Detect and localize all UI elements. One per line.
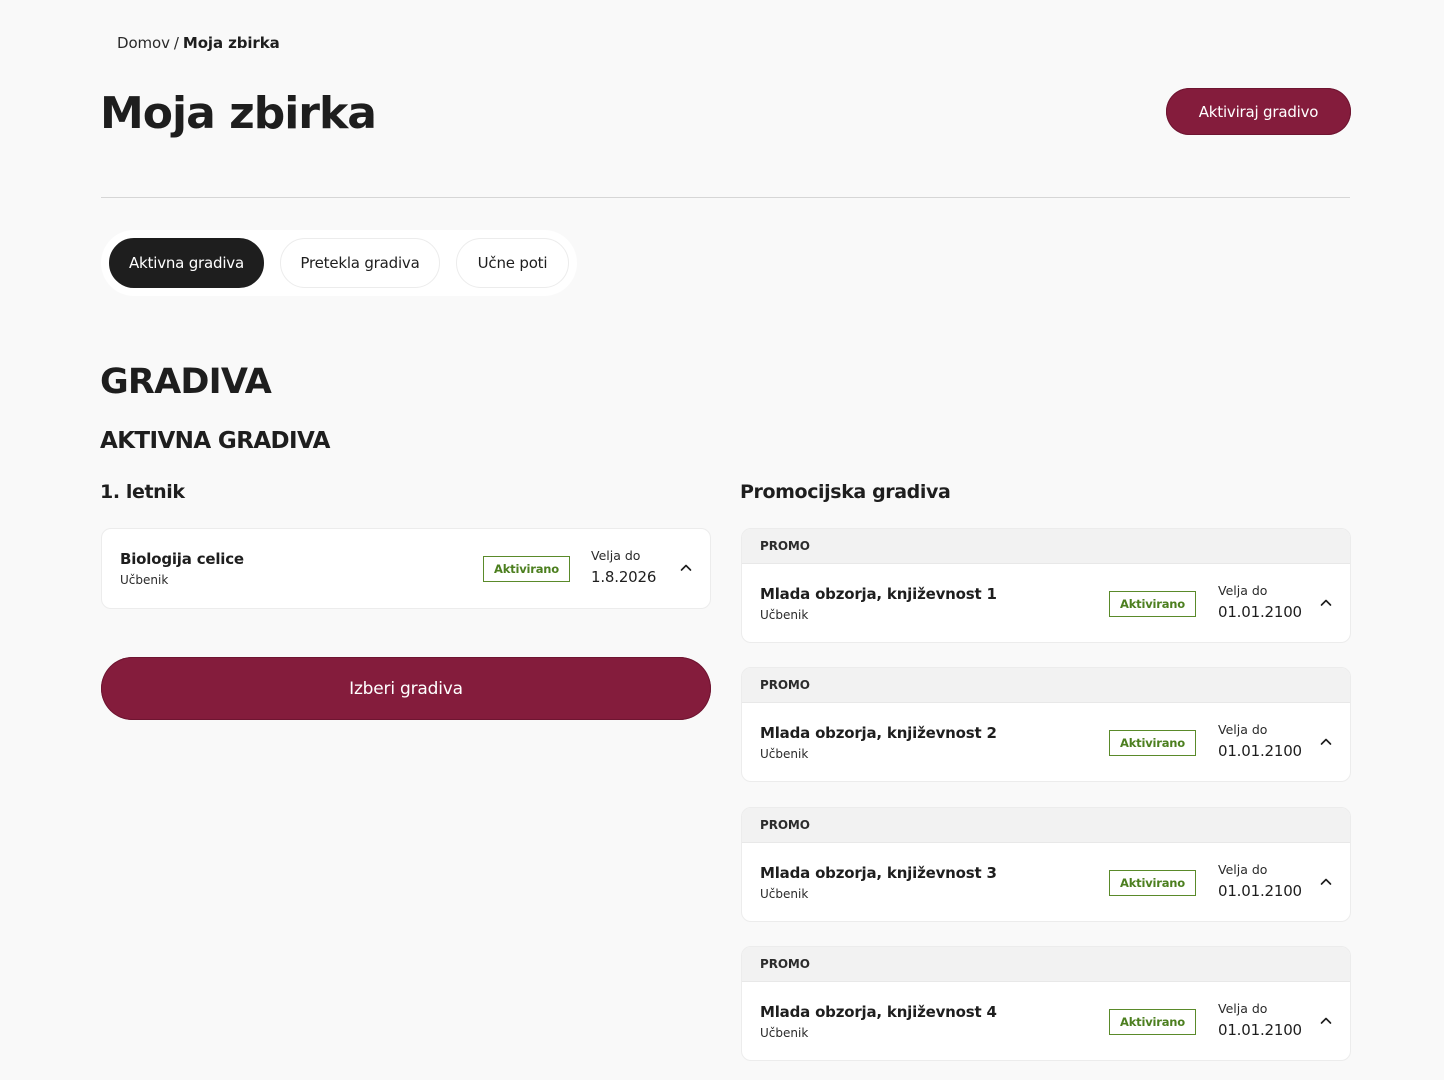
section-subtitle: AKTIVNA GRADIVA: [100, 428, 330, 454]
material-card: Biologija celice Učbenik Aktivirano Velj…: [101, 528, 711, 609]
chevron-up-icon[interactable]: [1317, 733, 1335, 751]
material-title: Mlada obzorja, književnost 1: [760, 585, 997, 603]
valid-until-label: Velja do: [1218, 862, 1268, 877]
status-badge: Aktivirano: [483, 556, 570, 582]
promo-tag: PROMO: [742, 808, 1350, 843]
status-badge: Aktivirano: [1109, 730, 1196, 756]
material-type: Učbenik: [760, 887, 809, 901]
material-title: Mlada obzorja, književnost 3: [760, 864, 997, 882]
breadcrumb-current: Moja zbirka: [182, 34, 280, 52]
promo-card: PROMO Mlada obzorja, književnost 2 Učben…: [741, 667, 1351, 782]
header-divider: [101, 197, 1350, 198]
valid-until-label: Velja do: [591, 548, 641, 563]
material-type: Učbenik: [760, 747, 809, 761]
breadcrumb: Domov / Moja zbirka: [117, 33, 280, 53]
section-title: GRADIVA: [100, 362, 272, 402]
promo-card: PROMO Mlada obzorja, književnost 3 Učben…: [741, 807, 1351, 922]
tab-active-materials[interactable]: Aktivna gradiva: [109, 238, 264, 288]
valid-until-value: 01.01.2100: [1218, 603, 1302, 621]
valid-until-label: Velja do: [1218, 722, 1268, 737]
page-title: Moja zbirka: [100, 88, 377, 139]
status-badge: Aktivirano: [1109, 1009, 1196, 1035]
promo-tag: PROMO: [742, 529, 1350, 564]
material-title: Mlada obzorja, književnost 4: [760, 1003, 997, 1021]
valid-until-label: Velja do: [1218, 1001, 1268, 1016]
valid-until-label: Velja do: [1218, 583, 1268, 598]
material-title: Biologija celice: [120, 550, 244, 568]
chevron-up-icon[interactable]: [1317, 873, 1335, 891]
select-materials-button[interactable]: Izberi gradiva: [101, 657, 711, 720]
promo-tag: PROMO: [742, 668, 1350, 703]
valid-until-value: 1.8.2026: [591, 568, 657, 586]
promo-card: PROMO Mlada obzorja, književnost 4 Učben…: [741, 946, 1351, 1061]
material-type: Učbenik: [760, 608, 809, 622]
chevron-up-icon[interactable]: [1317, 594, 1335, 612]
left-column-title: 1. letnik: [100, 481, 185, 503]
breadcrumb-separator: /: [173, 34, 179, 52]
valid-until-value: 01.01.2100: [1218, 882, 1302, 900]
activate-material-button[interactable]: Aktiviraj gradivo: [1166, 88, 1351, 135]
valid-until-value: 01.01.2100: [1218, 1021, 1302, 1039]
tab-expired-materials[interactable]: Pretekla gradiva: [280, 238, 440, 288]
status-badge: Aktivirano: [1109, 591, 1196, 617]
material-title: Mlada obzorja, književnost 2: [760, 724, 997, 742]
right-column-title: Promocijska gradiva: [740, 481, 951, 503]
tab-learning-paths[interactable]: Učne poti: [456, 238, 569, 288]
promo-card: PROMO Mlada obzorja, književnost 1 Učben…: [741, 528, 1351, 643]
valid-until-value: 01.01.2100: [1218, 742, 1302, 760]
collection-tabs: Aktivna gradiva Pretekla gradiva Učne po…: [101, 230, 577, 296]
status-badge: Aktivirano: [1109, 870, 1196, 896]
breadcrumb-home-link[interactable]: Domov: [117, 34, 170, 52]
material-type: Učbenik: [120, 573, 169, 587]
chevron-up-icon[interactable]: [677, 559, 695, 577]
chevron-up-icon[interactable]: [1317, 1012, 1335, 1030]
promo-tag: PROMO: [742, 947, 1350, 982]
material-type: Učbenik: [760, 1026, 809, 1040]
